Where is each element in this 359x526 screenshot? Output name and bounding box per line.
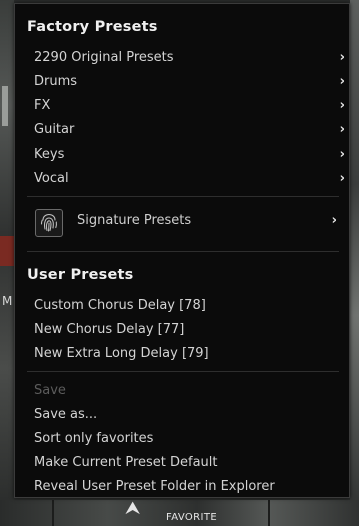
menu-item-label: Guitar [34, 122, 75, 137]
menu-item-save-as[interactable]: Save as... [15, 403, 349, 427]
host-panel-glyph: M [2, 294, 13, 308]
menu-item-make-current-preset-default[interactable]: Make Current Preset Default [15, 451, 349, 475]
chevron-right-icon: › [339, 50, 345, 65]
menu-item-2290-original-presets[interactable]: 2290 Original Presets › [15, 46, 349, 70]
menu-item-label: Reveal User Preset Folder in Explorer [34, 479, 275, 494]
chevron-right-icon: › [331, 213, 337, 228]
host-panel-red-stripe [0, 236, 14, 266]
menu-item-keys[interactable]: Keys › [15, 143, 349, 167]
menu-item-save[interactable]: Save [15, 379, 349, 403]
menu-item-label: Make Current Preset Default [34, 455, 218, 470]
menu-item-new-extra-long-delay[interactable]: New Extra Long Delay [79] [15, 342, 349, 366]
host-divider [52, 500, 54, 526]
menu-item-label: Drums [34, 74, 78, 89]
menu-separator [27, 251, 339, 252]
menu-item-custom-chorus-delay[interactable]: Custom Chorus Delay [78] [15, 294, 349, 318]
menu-separator [27, 371, 339, 372]
chevron-right-icon: › [339, 147, 345, 162]
menu-item-label: Vocal [34, 171, 69, 186]
menu-item-new-chorus-delay[interactable]: New Chorus Delay [77] [15, 318, 349, 342]
user-presets-header: User Presets [27, 267, 134, 283]
menu-item-label: Save [34, 383, 66, 398]
host-panel-right [350, 0, 359, 526]
menu-item-label: Save as... [34, 407, 98, 422]
signature-presets-label: Signature Presets [77, 213, 192, 228]
chevron-right-icon: › [339, 74, 345, 89]
menu-item-guitar[interactable]: Guitar › [15, 118, 349, 142]
host-panel-stripe [2, 86, 8, 126]
chevron-right-icon: › [339, 98, 345, 113]
menu-item-drums[interactable]: Drums › [15, 70, 349, 94]
factory-presets-header: Factory Presets [27, 19, 158, 35]
menu-item-label: New Chorus Delay [77] [34, 322, 185, 337]
fingerprint-icon [35, 209, 63, 237]
host-toolbar-bottom: ⮝ FAVORITE [0, 500, 359, 526]
favorite-button[interactable]: FAVORITE [166, 512, 217, 523]
chevron-right-icon: › [339, 171, 345, 186]
menu-separator [27, 196, 339, 197]
menu-item-vocal[interactable]: Vocal › [15, 167, 349, 191]
menu-item-reveal-user-preset-folder[interactable]: Reveal User Preset Folder in Explorer [15, 475, 349, 499]
menu-item-label: 2290 Original Presets [34, 50, 174, 65]
menu-item-label: FX [34, 98, 51, 113]
up-arrow-icon[interactable]: ⮝ [125, 500, 140, 518]
menu-item-fx[interactable]: FX › [15, 94, 349, 118]
menu-item-sort-only-favorites[interactable]: Sort only favorites [15, 427, 349, 451]
menu-item-label: Keys [34, 147, 65, 162]
menu-item-label: New Extra Long Delay [79] [34, 346, 209, 361]
menu-item-signature-presets[interactable]: Signature Presets › [15, 207, 349, 241]
chevron-right-icon: › [339, 122, 345, 137]
menu-item-label: Custom Chorus Delay [78] [34, 298, 206, 313]
host-panel-left: M [0, 0, 14, 526]
preset-menu: Factory Presets 2290 Original Presets › … [14, 3, 350, 498]
menu-item-label: Sort only favorites [34, 431, 154, 446]
host-divider [268, 500, 270, 526]
